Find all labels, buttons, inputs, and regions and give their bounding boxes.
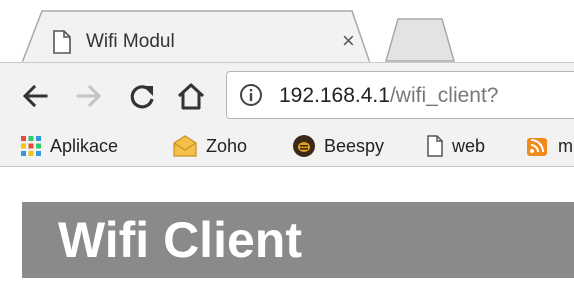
bee-icon bbox=[293, 135, 315, 157]
url-path: /wifi_client? bbox=[389, 84, 499, 107]
bookmark-label: web bbox=[452, 135, 486, 156]
forward-button[interactable] bbox=[72, 79, 106, 113]
rss-icon bbox=[527, 138, 547, 156]
bookmark-m[interactable]: m bbox=[526, 132, 573, 160]
bookmark-aplikace[interactable]: Aplikace bbox=[20, 132, 118, 160]
home-button[interactable] bbox=[174, 79, 208, 113]
page-icon bbox=[53, 30, 71, 54]
page-title: Wifi Client bbox=[58, 212, 302, 268]
bookmark-label: m bbox=[558, 135, 573, 156]
back-arrow-icon bbox=[22, 84, 48, 108]
page-header-banner: Wifi Client bbox=[22, 202, 574, 278]
bookmark-label: Aplikace bbox=[50, 135, 119, 156]
bookmark-label: Beespy bbox=[324, 135, 385, 156]
back-button[interactable] bbox=[18, 79, 52, 113]
bookmark-label: Zoho bbox=[206, 135, 248, 156]
forward-arrow-icon bbox=[76, 84, 102, 108]
tab-strip: Wifi Modul × bbox=[0, 0, 574, 63]
reload-button[interactable] bbox=[126, 79, 160, 113]
page-icon bbox=[427, 135, 443, 157]
bookmarks-bar: Aplikace Zoho Beespy web m bbox=[0, 126, 574, 167]
bookmark-beespy[interactable]: Beespy bbox=[292, 132, 384, 160]
browser-toolbar: 192.168.4.1/wifi_client? bbox=[0, 62, 574, 127]
tab-shape bbox=[22, 10, 370, 63]
bookmark-zoho[interactable]: Zoho bbox=[172, 132, 247, 160]
tab-title: Wifi Modul bbox=[86, 31, 175, 52]
url-text[interactable]: 192.168.4.1/wifi_client? bbox=[279, 83, 499, 109]
mail-envelope-icon bbox=[173, 135, 197, 157]
address-bar[interactable]: 192.168.4.1/wifi_client? bbox=[226, 71, 574, 119]
home-icon bbox=[177, 83, 205, 110]
new-tab-button[interactable] bbox=[384, 17, 456, 62]
reload-icon bbox=[130, 85, 154, 109]
info-icon[interactable] bbox=[239, 83, 263, 107]
apps-grid-icon bbox=[21, 136, 41, 156]
url-host: 192.168.4.1 bbox=[279, 84, 390, 107]
tab-active[interactable]: Wifi Modul × bbox=[22, 10, 370, 63]
close-tab-icon[interactable]: × bbox=[342, 28, 355, 54]
bookmark-web[interactable]: web bbox=[426, 132, 485, 160]
